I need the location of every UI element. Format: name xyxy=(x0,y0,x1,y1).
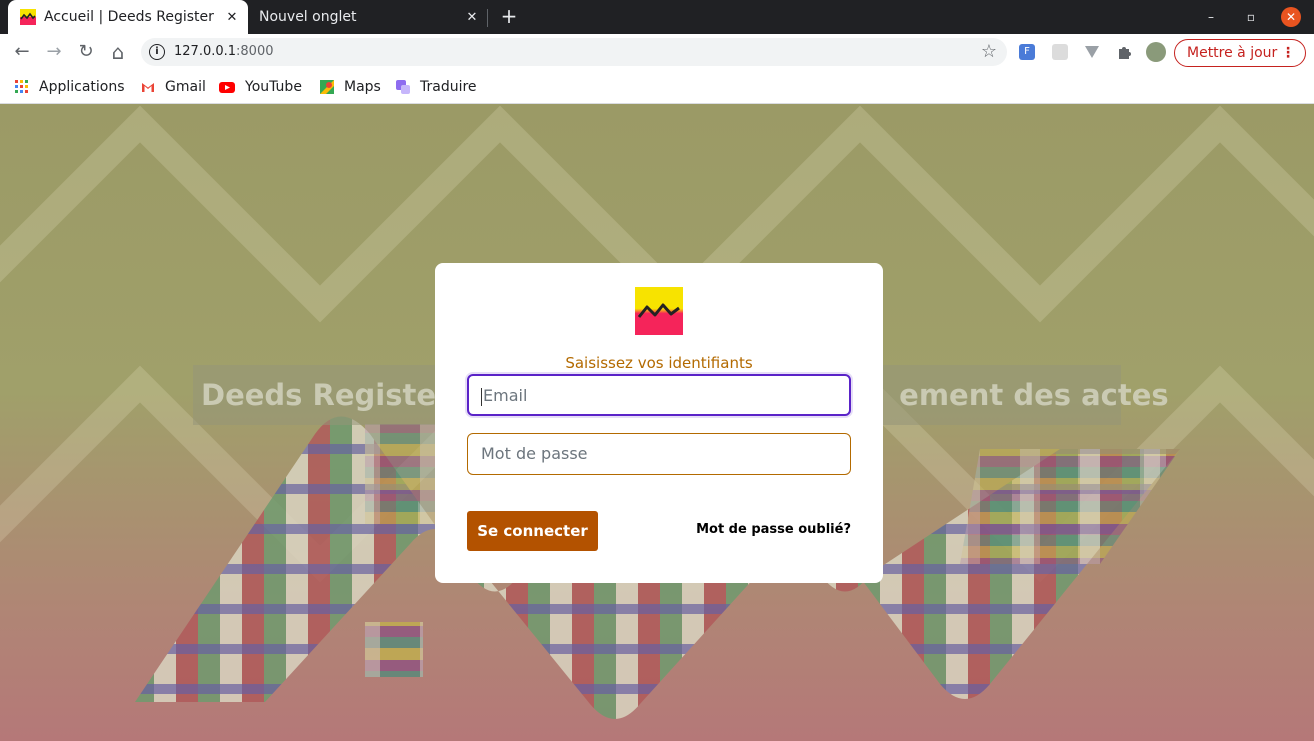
update-label: Mettre à jour xyxy=(1187,45,1278,61)
address-bar[interactable]: i 127.0.0.1:8000 ☆ xyxy=(141,38,1007,66)
maximize-window-button[interactable]: ▫ xyxy=(1231,0,1271,34)
forgot-password-link[interactable]: Mot de passe oublié? xyxy=(696,522,851,537)
home-icon[interactable]: ⌂ xyxy=(104,38,132,66)
menu-kebab-icon[interactable]: ⋮ xyxy=(1281,40,1295,66)
bookmark-label: YouTube xyxy=(245,79,302,95)
bookmark-gmail[interactable]: Gmail xyxy=(141,76,206,98)
tab-nouvel-onglet[interactable]: Nouvel onglet ✕ xyxy=(248,0,488,34)
tab-title: Nouvel onglet xyxy=(259,9,357,25)
email-placeholder: Email xyxy=(483,386,528,405)
forward-arrow-icon[interactable]: → xyxy=(40,38,68,66)
maps-icon xyxy=(320,80,334,94)
site-info-icon[interactable]: i xyxy=(149,44,165,60)
new-tab-button[interactable]: + xyxy=(498,5,520,27)
bookmark-label: Applications xyxy=(39,79,125,95)
bookmark-traduire[interactable]: Traduire xyxy=(396,76,477,98)
reload-icon[interactable]: ↻ xyxy=(72,38,100,66)
bookmark-applications[interactable]: Applications xyxy=(15,76,125,98)
deeds-register-favicon-icon xyxy=(20,9,36,25)
gmail-icon xyxy=(142,83,154,92)
bookmarks-bar: Applications Gmail YouTube Maps Traduire xyxy=(0,70,1314,104)
login-card: Saisissez vos identifiants Email Mot de … xyxy=(435,263,883,583)
browser-toolbar: ← → ↻ ⌂ i 127.0.0.1:8000 ☆ F Mettre à jo… xyxy=(0,34,1314,70)
url-host: 127.0.0.1 xyxy=(174,44,237,59)
bookmark-maps[interactable]: Maps xyxy=(320,76,381,98)
back-arrow-icon[interactable]: ← xyxy=(8,38,36,66)
url-text: 127.0.0.1:8000 xyxy=(174,44,274,59)
close-window-button[interactable]: ✕ xyxy=(1281,7,1301,27)
tab-title: Accueil | Deeds Register xyxy=(44,9,214,25)
grid-extension-icon[interactable] xyxy=(1052,44,1068,60)
youtube-icon xyxy=(219,82,235,93)
profile-avatar-icon[interactable] xyxy=(1146,42,1166,62)
email-input[interactable]: Email xyxy=(467,374,851,416)
password-input[interactable]: Mot de passe xyxy=(467,433,851,475)
close-tab-icon[interactable]: ✕ xyxy=(462,10,482,25)
background-heading-left: Deeds Register, xyxy=(201,378,468,412)
update-browser-button[interactable]: Mettre à jour ⋮ xyxy=(1174,39,1306,67)
minimize-window-button[interactable]: – xyxy=(1191,0,1231,34)
bookmark-label: Traduire xyxy=(420,79,477,95)
background-heading-right: ement des actes xyxy=(899,378,1169,412)
tab-strip: Accueil | Deeds Register ✕ Nouvel onglet… xyxy=(0,0,1314,34)
bookmark-label: Gmail xyxy=(165,79,206,95)
translate-icon xyxy=(396,80,410,94)
url-port: :8000 xyxy=(236,44,274,59)
bookmark-label: Maps xyxy=(344,79,381,95)
tab-accueil[interactable]: Accueil | Deeds Register ✕ xyxy=(8,0,248,34)
deeds-register-logo-icon xyxy=(635,287,683,335)
close-tab-icon[interactable]: ✕ xyxy=(222,10,242,25)
login-subtitle: Saisissez vos identifiants xyxy=(565,354,753,372)
password-placeholder: Mot de passe xyxy=(481,444,588,463)
bookmark-star-icon[interactable]: ☆ xyxy=(981,41,997,62)
tab-separator xyxy=(487,9,488,27)
bookmark-youtube[interactable]: YouTube xyxy=(219,76,302,98)
vue-extension-icon[interactable] xyxy=(1084,44,1100,60)
login-button[interactable]: Se connecter xyxy=(467,511,598,551)
puzzle-extensions-icon[interactable] xyxy=(1116,44,1132,60)
text-caret xyxy=(481,387,482,406)
apps-grid-icon xyxy=(15,80,28,93)
fi-extension-icon[interactable]: F xyxy=(1019,44,1035,60)
